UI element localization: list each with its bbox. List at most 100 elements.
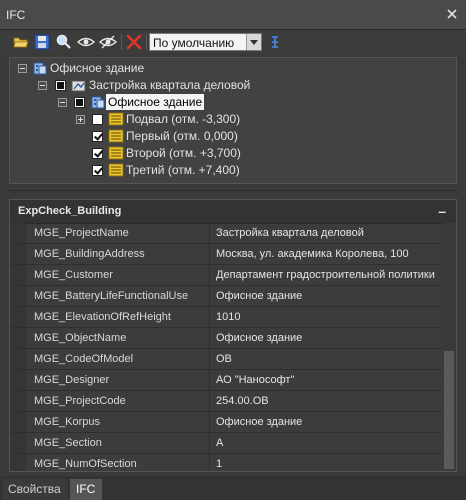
ifc-tree: Офисное здание Застройка квартала делово…	[9, 57, 457, 184]
delete-icon[interactable]	[125, 33, 143, 51]
storey-icon	[108, 146, 124, 160]
property-row[interactable]: MGE_CodeOfModel OB	[10, 349, 442, 370]
search-icon[interactable]	[55, 33, 73, 51]
view-mode-select[interactable]: По умолчанию	[149, 33, 262, 51]
panel-tabs: Свойства IFC	[0, 476, 466, 500]
tree-node-label: Офисное здание	[50, 61, 145, 75]
property-key: MGE_ProjectCode	[26, 391, 210, 411]
collapse-toggle-icon[interactable]	[58, 98, 67, 107]
close-icon[interactable]	[444, 6, 460, 22]
property-row[interactable]: MGE_ProjectCode 254.00.OB	[10, 391, 442, 412]
tree-node-label: Второй (отм. +3,700)	[126, 146, 241, 160]
view-mode-value: По умолчанию	[153, 36, 235, 50]
visibility-checkbox[interactable]	[92, 148, 103, 159]
property-row[interactable]: MGE_ElevationOfRefHeight 1010	[10, 307, 442, 328]
collapse-toggle-icon[interactable]	[38, 81, 47, 90]
row-gutter	[10, 223, 26, 243]
tree-node-storey[interactable]: Подвал (отм. -3,300)	[10, 111, 450, 127]
eye-icon[interactable]	[77, 33, 95, 51]
scrollbar-thumb[interactable]	[444, 351, 454, 469]
property-value[interactable]: OB	[210, 349, 442, 369]
tab-ifc[interactable]: IFC	[70, 479, 102, 500]
row-gutter	[10, 391, 26, 411]
eye-slash-icon[interactable]	[99, 33, 117, 51]
property-key: MGE_Section	[26, 433, 210, 453]
settings-lines-icon[interactable]	[266, 33, 284, 51]
property-row[interactable]: MGE_ProjectName Застройка квартала делово…	[10, 223, 442, 244]
open-folder-icon[interactable]	[12, 33, 30, 51]
row-gutter	[10, 412, 26, 432]
tree-node-building[interactable]: Офисное здание	[10, 94, 450, 110]
expand-toggle-icon[interactable]	[76, 115, 85, 124]
tree-node-label: Застройка квартала деловой	[89, 78, 251, 92]
building-icon	[91, 96, 105, 109]
property-row[interactable]: MGE_BatteryLifeFunctionalUse Офисное здан…	[10, 286, 442, 307]
project-icon	[33, 62, 47, 75]
property-row[interactable]: MGE_BuildingAddress Москва, ул. академика…	[10, 244, 442, 265]
tree-node-root[interactable]: Офисное здание	[10, 60, 450, 76]
visibility-checkbox[interactable]	[92, 131, 103, 142]
window-title: IFC	[6, 8, 26, 22]
visibility-checkbox[interactable]	[55, 80, 66, 91]
toolbar-separator	[121, 34, 122, 50]
property-value[interactable]: АО "Нанософт"	[210, 370, 442, 390]
visibility-checkbox[interactable]	[74, 97, 85, 108]
property-key: MGE_Korpus	[26, 412, 210, 432]
row-gutter	[10, 286, 26, 306]
row-gutter	[10, 349, 26, 369]
property-value[interactable]: Москва, ул. академика Королева, 100	[210, 244, 442, 264]
storey-icon	[108, 129, 124, 143]
property-key: MGE_ProjectName	[26, 223, 210, 243]
site-icon	[71, 80, 86, 92]
tree-node-label: Третий (отм. +7,400)	[126, 163, 240, 177]
property-value[interactable]: Департамент градостроительной политики	[210, 265, 442, 285]
property-key: MGE_ObjectName	[26, 328, 210, 348]
property-row[interactable]: MGE_Designer АО "Нанософт"	[10, 370, 442, 391]
property-key: MGE_BatteryLifeFunctionalUse	[26, 286, 210, 306]
toolbar: По умолчанию	[0, 30, 466, 54]
tree-node-label: Подвал (отм. -3,300)	[126, 112, 241, 126]
collapse-toggle-icon[interactable]	[18, 64, 27, 73]
property-value[interactable]: Застройка квартала деловой	[210, 223, 442, 243]
tree-node-storey[interactable]: Второй (отм. +3,700)	[10, 145, 450, 161]
tree-node-label: Офисное здание	[106, 94, 205, 110]
storey-icon	[108, 112, 124, 126]
save-icon[interactable]	[33, 33, 51, 51]
property-value[interactable]: 1	[210, 454, 442, 471]
property-key: MGE_ElevationOfRefHeight	[26, 307, 210, 327]
vertical-scrollbar[interactable]	[442, 223, 456, 471]
property-value[interactable]: Офисное здание	[210, 412, 442, 432]
tab-properties[interactable]: Свойства	[2, 479, 68, 500]
property-value[interactable]: Офисное здание	[210, 328, 442, 348]
property-row[interactable]: MGE_Customer Департамент градостроительно…	[10, 265, 442, 286]
row-gutter	[10, 265, 26, 285]
property-group-title: ExpCheck_Building	[18, 205, 122, 217]
row-gutter	[10, 328, 26, 348]
storey-icon	[108, 163, 124, 177]
property-row[interactable]: MGE_ObjectName Офисное здание	[10, 328, 442, 349]
row-gutter	[10, 370, 26, 390]
property-key: MGE_Customer	[26, 265, 210, 285]
property-value[interactable]: 1010	[210, 307, 442, 327]
row-gutter	[10, 307, 26, 327]
row-gutter	[10, 244, 26, 264]
property-value[interactable]: 254.00.OB	[210, 391, 442, 411]
property-row[interactable]: MGE_NumOfSection 1	[10, 454, 442, 471]
property-value[interactable]: Офисное здание	[210, 286, 442, 306]
tree-node-site[interactable]: Застройка квартала деловой	[10, 77, 450, 93]
property-value[interactable]: A	[210, 433, 442, 453]
property-key: MGE_Designer	[26, 370, 210, 390]
visibility-checkbox[interactable]	[92, 114, 103, 125]
property-key: MGE_CodeOfModel	[26, 349, 210, 369]
collapse-icon[interactable]: –	[438, 203, 446, 219]
splitter[interactable]	[9, 190, 457, 191]
tree-node-storey[interactable]: Третий (отм. +7,400)	[10, 162, 450, 178]
chevron-down-icon[interactable]	[246, 34, 261, 50]
visibility-checkbox[interactable]	[92, 165, 103, 176]
property-key: MGE_BuildingAddress	[26, 244, 210, 264]
tree-node-label: Первый (отм. 0,000)	[126, 129, 238, 143]
property-row[interactable]: MGE_Korpus Офисное здание	[10, 412, 442, 433]
property-row[interactable]: MGE_Section A	[10, 433, 442, 454]
property-group-header[interactable]: ExpCheck_Building –	[10, 200, 456, 224]
tree-node-storey[interactable]: Первый (отм. 0,000)	[10, 128, 450, 144]
